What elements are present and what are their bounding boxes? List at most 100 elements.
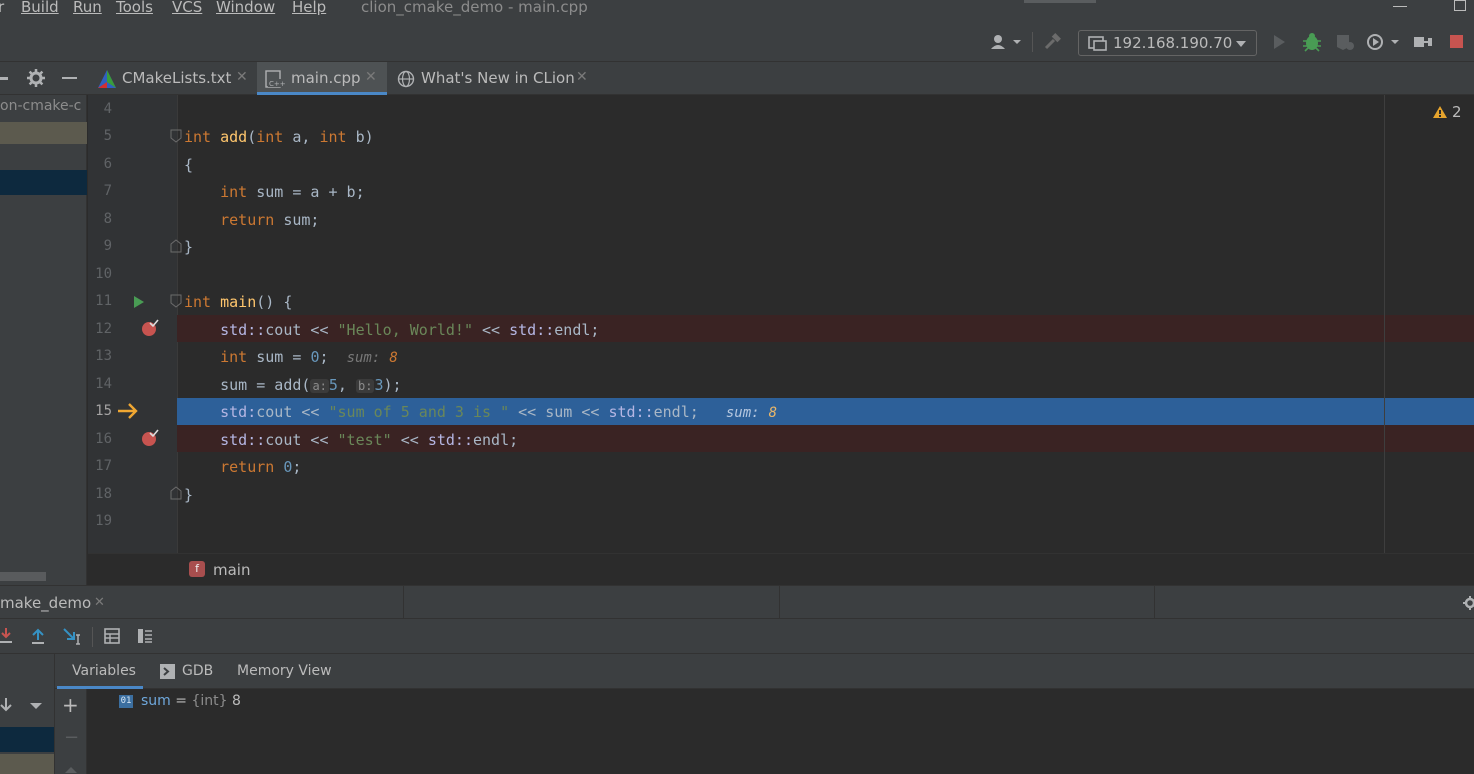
code-line: } bbox=[184, 486, 193, 504]
code-token: "test" bbox=[337, 431, 392, 449]
frame-row[interactable] bbox=[0, 754, 54, 774]
collapse-icon[interactable] bbox=[0, 77, 8, 80]
evaluate-icon[interactable] bbox=[104, 628, 120, 644]
run-gutter-icon[interactable] bbox=[133, 295, 145, 309]
menu-bar: r Build Run Tools VCS Window Help clion_… bbox=[0, 0, 1474, 20]
hide-panel-icon[interactable] bbox=[62, 77, 77, 79]
variable-text: sum = {int} 8 bbox=[141, 693, 241, 709]
menu-item-partial[interactable]: r bbox=[0, 0, 4, 16]
tab-variables[interactable]: Variables bbox=[57, 654, 143, 689]
close-icon[interactable]: ✕ bbox=[365, 69, 377, 85]
breadcrumb-item[interactable]: main bbox=[213, 561, 250, 579]
layout-icon[interactable] bbox=[137, 628, 153, 644]
menu-vcs[interactable]: VCS bbox=[172, 0, 202, 16]
step-out-icon[interactable] bbox=[29, 627, 47, 645]
project-tree-row[interactable] bbox=[0, 122, 87, 144]
restore-icon[interactable] bbox=[1454, 0, 1466, 11]
inline-debug-name: sum: bbox=[346, 350, 381, 366]
remote-host-icon bbox=[1088, 36, 1107, 51]
move-up-icon[interactable] bbox=[64, 765, 78, 774]
project-tree-row-selected[interactable] bbox=[0, 170, 87, 195]
code-tokens: std:cout << "sum of 5 and 3 is " << sum … bbox=[184, 403, 699, 421]
run-to-cursor-icon[interactable] bbox=[62, 627, 82, 645]
minimize-icon[interactable] bbox=[1393, 6, 1407, 7]
tab-main-cpp[interactable]: C++ main.cpp ✕ bbox=[257, 62, 387, 95]
code-token: sum = bbox=[256, 348, 311, 366]
fold-marker-icon[interactable] bbox=[170, 129, 182, 143]
build-hammer-icon[interactable] bbox=[1043, 33, 1061, 51]
step-into-icon[interactable] bbox=[0, 627, 14, 645]
close-icon[interactable]: ✕ bbox=[236, 69, 248, 85]
gear-icon[interactable] bbox=[27, 69, 45, 87]
code-token: ; bbox=[292, 458, 302, 476]
tab-gdb[interactable]: GDB bbox=[150, 654, 220, 689]
profile-icon[interactable] bbox=[1365, 32, 1401, 52]
code-token: int bbox=[220, 183, 257, 201]
attach-icon[interactable] bbox=[1412, 34, 1434, 50]
tab-label: CMakeLists.txt bbox=[122, 69, 232, 87]
run-configuration-selector[interactable]: 192.168.190.70 bbox=[1078, 30, 1257, 56]
menu-build[interactable]: Build bbox=[21, 0, 59, 16]
tab-whats-new[interactable]: What's New in CLion ✕ bbox=[390, 62, 595, 95]
cpp-file-icon: C++ bbox=[265, 70, 286, 88]
arrow-down-icon[interactable] bbox=[0, 697, 14, 713]
menu-build-label: Build bbox=[21, 0, 59, 16]
param-hint: b: bbox=[355, 379, 375, 393]
variable-row[interactable]: 01 sum = {int} 8 bbox=[87, 689, 1474, 715]
tab-cmakelists[interactable]: CMakeLists.txt ✕ bbox=[92, 62, 255, 95]
menu-help[interactable]: Help bbox=[292, 0, 326, 16]
debug-icon[interactable] bbox=[1301, 32, 1323, 52]
tab-label: Variables bbox=[72, 663, 136, 679]
remove-watch-icon[interactable]: − bbox=[64, 727, 79, 748]
editor-tab-bar: CMakeLists.txt ✕ C++ main.cpp ✕ What's N… bbox=[0, 62, 1474, 95]
variables-side-toolbar: + − bbox=[55, 689, 87, 774]
project-root-label[interactable]: on-cmake-c bbox=[0, 98, 87, 114]
breakpoint-icon[interactable] bbox=[141, 429, 159, 447]
code-line: int sum = 0; sum: 8 bbox=[184, 348, 398, 366]
code-line: return sum; bbox=[184, 211, 319, 229]
tab-memory-view[interactable]: Memory View bbox=[227, 654, 337, 689]
function-icon: f bbox=[189, 561, 205, 577]
menu-window[interactable]: Window bbox=[216, 0, 275, 16]
frame-row-selected[interactable] bbox=[0, 727, 54, 752]
add-watch-icon[interactable]: + bbox=[62, 693, 79, 717]
warning-icon[interactable] bbox=[1433, 105, 1449, 119]
inline-debug-value: 8 bbox=[768, 405, 778, 421]
code-token: std:: bbox=[509, 321, 555, 339]
user-icon[interactable] bbox=[990, 34, 1024, 50]
coverage-icon[interactable] bbox=[1335, 33, 1355, 51]
debug-session-tab[interactable]: make_demo bbox=[0, 594, 91, 612]
fold-marker-icon[interactable] bbox=[170, 486, 182, 500]
code-token: int bbox=[319, 128, 356, 146]
horizontal-scrollbar[interactable] bbox=[0, 572, 46, 581]
gear-icon[interactable] bbox=[1462, 595, 1474, 611]
code-line: int sum = a + b; bbox=[184, 183, 365, 201]
console-icon bbox=[160, 664, 175, 679]
line-number: 14 bbox=[95, 376, 112, 392]
code-token: return bbox=[220, 458, 284, 476]
close-icon[interactable]: ✕ bbox=[94, 595, 105, 610]
divider bbox=[403, 586, 404, 619]
close-icon[interactable]: ✕ bbox=[576, 69, 588, 85]
globe-icon bbox=[397, 70, 415, 88]
run-icon[interactable] bbox=[1272, 34, 1286, 50]
toolbar-separator bbox=[1032, 32, 1033, 52]
code-token: endl; bbox=[653, 403, 699, 421]
breakpoint-icon[interactable] bbox=[141, 319, 159, 337]
code-token: return bbox=[220, 211, 284, 229]
window-title: clion_cmake_demo - main.cpp bbox=[361, 0, 588, 16]
inline-debug-value: 8 bbox=[389, 350, 398, 366]
menu-tools[interactable]: Tools bbox=[116, 0, 153, 16]
line-number: 12 bbox=[95, 321, 112, 337]
menu-run[interactable]: Run bbox=[73, 0, 102, 16]
stop-icon[interactable] bbox=[1450, 35, 1463, 48]
chevron-down-icon[interactable] bbox=[29, 702, 43, 710]
fold-marker-icon[interactable] bbox=[170, 294, 182, 308]
code-tail: ); bbox=[383, 376, 402, 394]
code-token: int bbox=[256, 128, 293, 146]
code-token: b) bbox=[355, 128, 374, 146]
line-number: 5 bbox=[103, 128, 112, 144]
fold-marker-icon[interactable] bbox=[170, 239, 182, 253]
code-token: } bbox=[184, 486, 194, 504]
